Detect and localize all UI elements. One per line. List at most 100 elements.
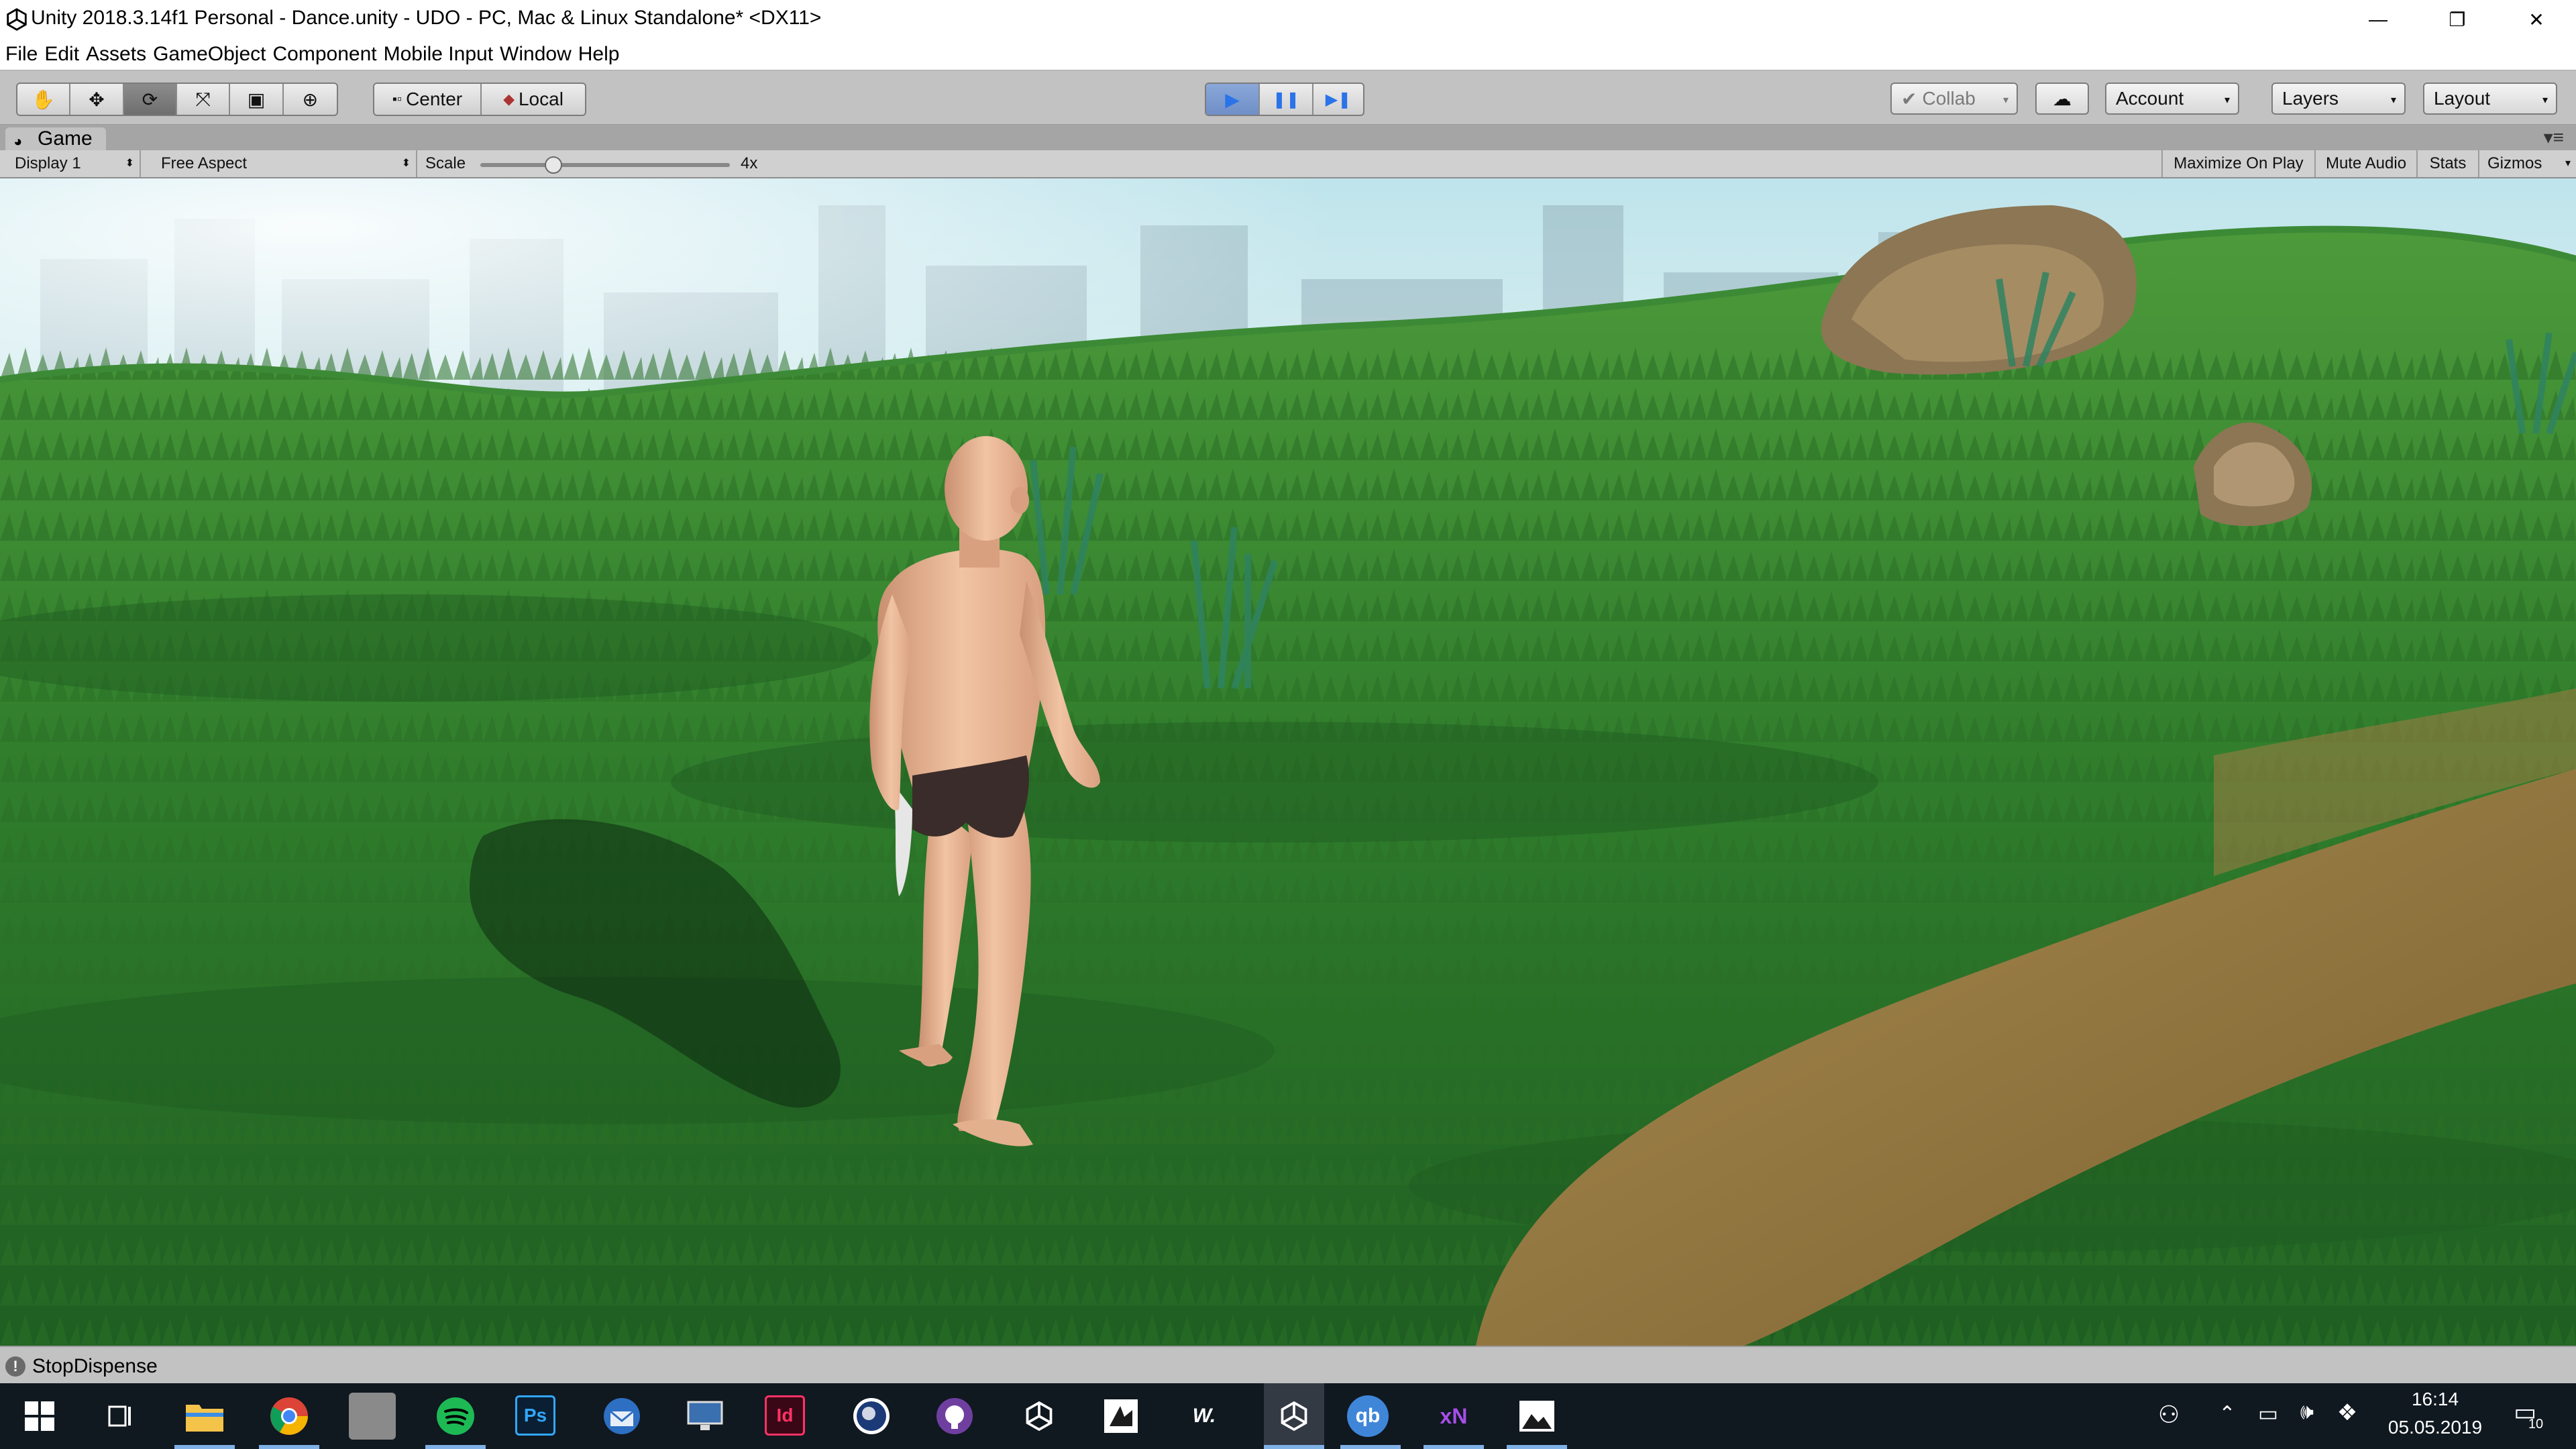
scale-slider[interactable] [480,163,730,167]
layout-label: Layout [2434,88,2491,109]
updown-icon: ⬍ [125,158,134,169]
running-indicator [259,1445,319,1449]
indesign-icon[interactable]: Id [765,1395,805,1436]
unity-editor-icon[interactable] [1264,1383,1324,1449]
chevron-down-icon: ▾ [2542,95,2548,106]
app-gray-icon[interactable] [349,1393,396,1440]
menu-gameobject[interactable]: GameObject [152,43,271,66]
chevron-down-icon: ▾ [2390,95,2396,106]
chevron-down-icon: ▾ [2002,95,2008,106]
windows-start-icon[interactable] [16,1393,63,1440]
game-view-viewport[interactable] [0,178,2576,1346]
transform-tool-icon[interactable]: ⊕ [284,84,337,115]
unity-logo-icon [7,8,27,31]
menu-mobile-input[interactable]: Mobile Input [382,43,498,66]
check-circle-icon: ✔ [1901,88,1917,109]
clock-date[interactable]: 05.05.2019 [2375,1417,2496,1438]
chevron-up-icon[interactable]: ⌃ [2214,1402,2241,1426]
display-label: Display 1 [15,154,81,172]
xnconvert-icon[interactable]: xN [1430,1393,1477,1440]
zbrush-icon[interactable] [1097,1393,1144,1440]
close-button[interactable]: ✕ [2500,0,2573,39]
chrome-icon[interactable] [266,1393,313,1440]
image-viewer-icon[interactable] [1513,1393,1560,1440]
pivot-local-label: Local [518,89,564,109]
step-icon[interactable]: ▶❚ [1313,84,1363,115]
running-indicator [1340,1445,1401,1449]
pivot-local-button[interactable]: ◆ Local [482,84,585,115]
running-indicator [1264,1445,1324,1449]
collab-label: Collab [1922,88,1976,109]
aspect-dropdown[interactable]: Free Aspect ⬍ [149,150,417,177]
pivot-center-label: Center [406,89,463,109]
game-tab-bar: ◕ Game ▾≡ [0,125,2576,150]
pause-icon[interactable]: ❚❚ [1260,84,1313,115]
restore-button[interactable]: ❐ [2420,0,2494,39]
spotify-icon[interactable] [432,1393,479,1440]
chevron-down-icon: ▾ [2224,95,2230,106]
window-title: Unity 2018.3.14f1 Personal - Dance.unity… [31,7,822,29]
cinema4d-icon[interactable] [848,1393,895,1440]
menu-assets[interactable]: Assets [85,43,152,66]
scale-slider-thumb[interactable] [545,156,562,174]
play-icon[interactable]: ▶ [1206,84,1260,115]
notification-count: 10 [2528,1417,2544,1432]
stats-toggle[interactable]: Stats [2418,150,2479,177]
thunderbird-icon[interactable] [598,1393,645,1440]
network-icon[interactable]: ▭ [2251,1401,2285,1426]
cloud-icon: ☁ [2053,88,2072,109]
wacom-icon[interactable]: W. [1181,1393,1228,1440]
qbittorrent-icon[interactable]: qb [1347,1395,1389,1437]
running-indicator [1424,1445,1484,1449]
layout-dropdown[interactable]: Layout ▾ [2423,83,2557,115]
main-toolbar: ✋ ✥ ⟳ ⤧ ▣ ⊕ ▪▫ Center ◆ Local ▶ ❚❚ ▶❚ ✔ … [0,70,2576,125]
photoshop-icon[interactable]: Ps [515,1395,555,1436]
move-tool-icon[interactable]: ✥ [70,84,124,115]
account-dropdown[interactable]: Account ▾ [2105,83,2239,115]
game-scene-render [0,178,2576,1346]
menu-component[interactable]: Component [271,43,382,66]
menu-help[interactable]: Help [577,43,625,66]
dropbox-icon[interactable]: ❖ [2330,1399,2364,1426]
layers-label: Layers [2282,88,2339,109]
tab-game-label: Game [38,127,93,150]
rect-tool-icon[interactable]: ▣ [230,84,284,115]
people-icon[interactable]: ⚇ [2152,1401,2186,1429]
task-view-icon[interactable] [97,1393,144,1440]
tab-menu-icon[interactable]: ▾≡ [2544,126,2564,148]
status-message: StopDispense [32,1355,158,1377]
pacman-icon: ◕ [13,133,23,150]
unity-hub-icon[interactable] [1016,1393,1063,1440]
mute-audio-toggle[interactable]: Mute Audio [2316,150,2418,177]
scale-value: 4x [741,154,758,172]
file-explorer-icon[interactable] [181,1393,228,1440]
transform-tools: ✋ ✥ ⟳ ⤧ ▣ ⊕ [16,83,338,116]
scale-tool-icon[interactable]: ⤧ [177,84,231,115]
github-icon[interactable] [931,1393,978,1440]
minimize-button[interactable]: — [2341,0,2415,39]
maximize-on-play-toggle[interactable]: Maximize On Play [2161,150,2316,177]
menu-bar: File Edit Assets GameObject Component Mo… [0,39,2576,70]
rotate-tool-icon[interactable]: ⟳ [123,84,178,115]
pivot-center-button[interactable]: ▪▫ Center [374,84,482,115]
hand-tool-icon[interactable]: ✋ [17,84,71,115]
running-indicator [425,1445,486,1449]
menu-file[interactable]: File [4,43,43,66]
clock-time[interactable]: 16:14 [2375,1389,2496,1410]
collab-dropdown[interactable]: ✔ Collab ▾ [1890,83,2018,115]
volume-icon[interactable]: 🕪 [2290,1399,2324,1425]
tab-game[interactable]: ◕ Game [5,127,106,150]
gizmos-dropdown[interactable]: Gizmos ▾ [2479,150,2576,177]
layers-dropdown[interactable]: Layers ▾ [2271,83,2406,115]
display-dropdown[interactable]: Display 1 ⬍ [0,150,141,177]
menu-window[interactable]: Window [498,43,577,66]
game-view-toolbar: Display 1 ⬍ Free Aspect ⬍ Scale 4x Maxim… [0,150,2576,178]
chevron-down-icon: ▾ [2565,158,2571,169]
cloud-button[interactable]: ☁ [2035,83,2089,115]
window-title-bar: Unity 2018.3.14f1 Personal - Dance.unity… [0,0,2576,39]
account-label: Account [2116,88,2184,109]
network-app-icon[interactable] [682,1393,729,1440]
windows-taskbar: Ps Id W. qb xN ⚇ ⌃ ▭ 🕪 ❖ 16:14 05.05.201… [0,1383,2576,1449]
menu-edit[interactable]: Edit [43,43,85,66]
console-status-bar[interactable]: ! StopDispense [0,1346,2576,1383]
